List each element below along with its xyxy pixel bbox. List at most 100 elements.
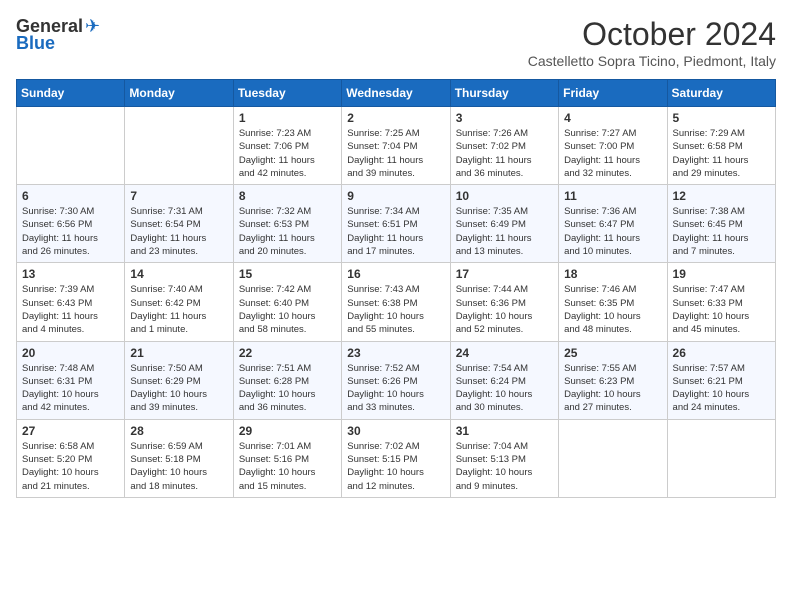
calendar-cell: 14Sunrise: 7:40 AM Sunset: 6:42 PM Dayli…	[125, 263, 233, 341]
day-number: 12	[673, 189, 770, 203]
calendar-cell: 6 Sunrise: 7:30 AM Sunset: 6:56 PM Daylig…	[17, 185, 125, 263]
calendar-cell: 13 Sunrise: 7:39 AM Sunset: 6:43 PM Dayli…	[17, 263, 125, 341]
day-number: 22	[239, 346, 336, 360]
day-of-week-header: Friday	[559, 80, 667, 107]
calendar-week-row: 6 Sunrise: 7:30 AM Sunset: 6:56 PM Daylig…	[17, 185, 776, 263]
calendar-cell: 20 Sunrise: 7:48 AM Sunset: 6:31 PM Dayli…	[17, 341, 125, 419]
day-info: Sunrise: 7:31 AM Sunset: 6:54 PM Dayligh…	[130, 205, 227, 258]
calendar-cell: 30 Sunrise: 7:02 AM Sunset: 5:15 PM Dayli…	[342, 419, 450, 497]
day-info: Sunrise: 7:04 AM Sunset: 5:13 PM Dayligh…	[456, 440, 553, 493]
location-subtitle: Castelletto Sopra Ticino, Piedmont, Ital…	[528, 53, 776, 69]
calendar-cell: 28Sunrise: 6:59 AM Sunset: 5:18 PM Dayli…	[125, 419, 233, 497]
calendar-cell: 27 Sunrise: 6:58 AM Sunset: 5:20 PM Dayli…	[17, 419, 125, 497]
day-info: Sunrise: 7:34 AM Sunset: 6:51 PM Dayligh…	[347, 205, 444, 258]
calendar-week-row: 27 Sunrise: 6:58 AM Sunset: 5:20 PM Dayli…	[17, 419, 776, 497]
title-section: October 2024 Castelletto Sopra Ticino, P…	[528, 16, 776, 69]
day-number: 16	[347, 267, 444, 281]
day-number: 24	[456, 346, 553, 360]
calendar-cell: 9Sunrise: 7:34 AM Sunset: 6:51 PM Daylig…	[342, 185, 450, 263]
day-of-week-header: Monday	[125, 80, 233, 107]
day-number: 25	[564, 346, 661, 360]
day-number: 1	[239, 111, 336, 125]
day-info: Sunrise: 7:47 AM Sunset: 6:33 PM Dayligh…	[673, 283, 770, 336]
day-info: Sunrise: 7:38 AM Sunset: 6:45 PM Dayligh…	[673, 205, 770, 258]
day-number: 7	[130, 189, 227, 203]
calendar-cell: 1 Sunrise: 7:23 AM Sunset: 7:06 PM Daylig…	[233, 107, 341, 185]
day-info: Sunrise: 7:27 AM Sunset: 7:00 PM Dayligh…	[564, 127, 661, 180]
day-number: 11	[564, 189, 661, 203]
day-info: Sunrise: 7:48 AM Sunset: 6:31 PM Dayligh…	[22, 362, 119, 415]
day-of-week-header: Saturday	[667, 80, 775, 107]
day-info: Sunrise: 7:46 AM Sunset: 6:35 PM Dayligh…	[564, 283, 661, 336]
calendar-cell: 23 Sunrise: 7:52 AM Sunset: 6:26 PM Dayli…	[342, 341, 450, 419]
calendar-cell: 19Sunrise: 7:47 AM Sunset: 6:33 PM Dayli…	[667, 263, 775, 341]
day-number: 27	[22, 424, 119, 438]
day-number: 31	[456, 424, 553, 438]
day-info: Sunrise: 7:26 AM Sunset: 7:02 PM Dayligh…	[456, 127, 553, 180]
day-info: Sunrise: 7:23 AM Sunset: 7:06 PM Dayligh…	[239, 127, 336, 180]
day-info: Sunrise: 7:43 AM Sunset: 6:38 PM Dayligh…	[347, 283, 444, 336]
calendar-cell: 29 Sunrise: 7:01 AM Sunset: 5:16 PM Dayli…	[233, 419, 341, 497]
calendar-cell: 31 Sunrise: 7:04 AM Sunset: 5:13 PM Dayli…	[450, 419, 558, 497]
day-info: Sunrise: 6:59 AM Sunset: 5:18 PM Dayligh…	[130, 440, 227, 493]
day-number: 23	[347, 346, 444, 360]
day-info: Sunrise: 7:36 AM Sunset: 6:47 PM Dayligh…	[564, 205, 661, 258]
day-number: 20	[22, 346, 119, 360]
day-info: Sunrise: 7:02 AM Sunset: 5:15 PM Dayligh…	[347, 440, 444, 493]
calendar-cell: 24 Sunrise: 7:54 AM Sunset: 6:24 PM Dayli…	[450, 341, 558, 419]
day-info: Sunrise: 7:51 AM Sunset: 6:28 PM Dayligh…	[239, 362, 336, 415]
day-of-week-header: Tuesday	[233, 80, 341, 107]
day-number: 4	[564, 111, 661, 125]
day-number: 29	[239, 424, 336, 438]
day-info: Sunrise: 6:58 AM Sunset: 5:20 PM Dayligh…	[22, 440, 119, 493]
day-number: 13	[22, 267, 119, 281]
day-number: 17	[456, 267, 553, 281]
day-of-week-header: Thursday	[450, 80, 558, 107]
day-number: 30	[347, 424, 444, 438]
day-info: Sunrise: 7:30 AM Sunset: 6:56 PM Dayligh…	[22, 205, 119, 258]
day-number: 8	[239, 189, 336, 203]
day-info: Sunrise: 7:29 AM Sunset: 6:58 PM Dayligh…	[673, 127, 770, 180]
calendar-cell: 8 Sunrise: 7:32 AM Sunset: 6:53 PM Daylig…	[233, 185, 341, 263]
day-info: Sunrise: 7:50 AM Sunset: 6:29 PM Dayligh…	[130, 362, 227, 415]
day-info: Sunrise: 7:40 AM Sunset: 6:42 PM Dayligh…	[130, 283, 227, 336]
calendar-cell: 16 Sunrise: 7:43 AM Sunset: 6:38 PM Dayli…	[342, 263, 450, 341]
calendar-cell: 3Sunrise: 7:26 AM Sunset: 7:02 PM Daylig…	[450, 107, 558, 185]
page-header: General ✈ Blue October 2024 Castelletto …	[16, 16, 776, 69]
calendar-cell: 21 Sunrise: 7:50 AM Sunset: 6:29 PM Dayli…	[125, 341, 233, 419]
day-info: Sunrise: 7:32 AM Sunset: 6:53 PM Dayligh…	[239, 205, 336, 258]
day-of-week-header: Sunday	[17, 80, 125, 107]
month-title: October 2024	[528, 16, 776, 53]
calendar-cell: 4 Sunrise: 7:27 AM Sunset: 7:00 PM Daylig…	[559, 107, 667, 185]
calendar-cell	[125, 107, 233, 185]
day-info: Sunrise: 7:52 AM Sunset: 6:26 PM Dayligh…	[347, 362, 444, 415]
day-info: Sunrise: 7:54 AM Sunset: 6:24 PM Dayligh…	[456, 362, 553, 415]
calendar-cell	[667, 419, 775, 497]
day-number: 6	[22, 189, 119, 203]
logo: General ✈ Blue	[16, 16, 100, 54]
day-number: 15	[239, 267, 336, 281]
day-info: Sunrise: 7:44 AM Sunset: 6:36 PM Dayligh…	[456, 283, 553, 336]
day-of-week-header: Wednesday	[342, 80, 450, 107]
calendar-cell: 11 Sunrise: 7:36 AM Sunset: 6:47 PM Dayli…	[559, 185, 667, 263]
day-number: 18	[564, 267, 661, 281]
calendar-cell	[17, 107, 125, 185]
calendar-header-row: SundayMondayTuesdayWednesdayThursdayFrid…	[17, 80, 776, 107]
calendar-cell: 2Sunrise: 7:25 AM Sunset: 7:04 PM Daylig…	[342, 107, 450, 185]
day-number: 21	[130, 346, 227, 360]
calendar-cell: 7 Sunrise: 7:31 AM Sunset: 6:54 PM Daylig…	[125, 185, 233, 263]
day-info: Sunrise: 7:39 AM Sunset: 6:43 PM Dayligh…	[22, 283, 119, 336]
day-info: Sunrise: 7:55 AM Sunset: 6:23 PM Dayligh…	[564, 362, 661, 415]
day-info: Sunrise: 7:01 AM Sunset: 5:16 PM Dayligh…	[239, 440, 336, 493]
calendar-cell: 17 Sunrise: 7:44 AM Sunset: 6:36 PM Dayli…	[450, 263, 558, 341]
calendar-week-row: 1 Sunrise: 7:23 AM Sunset: 7:06 PM Daylig…	[17, 107, 776, 185]
calendar-cell: 10Sunrise: 7:35 AM Sunset: 6:49 PM Dayli…	[450, 185, 558, 263]
calendar-cell: 18 Sunrise: 7:46 AM Sunset: 6:35 PM Dayli…	[559, 263, 667, 341]
calendar-cell: 22 Sunrise: 7:51 AM Sunset: 6:28 PM Dayli…	[233, 341, 341, 419]
day-info: Sunrise: 7:25 AM Sunset: 7:04 PM Dayligh…	[347, 127, 444, 180]
calendar-week-row: 13 Sunrise: 7:39 AM Sunset: 6:43 PM Dayli…	[17, 263, 776, 341]
day-number: 5	[673, 111, 770, 125]
calendar-cell: 15Sunrise: 7:42 AM Sunset: 6:40 PM Dayli…	[233, 263, 341, 341]
calendar-cell: 25 Sunrise: 7:55 AM Sunset: 6:23 PM Dayli…	[559, 341, 667, 419]
day-number: 26	[673, 346, 770, 360]
